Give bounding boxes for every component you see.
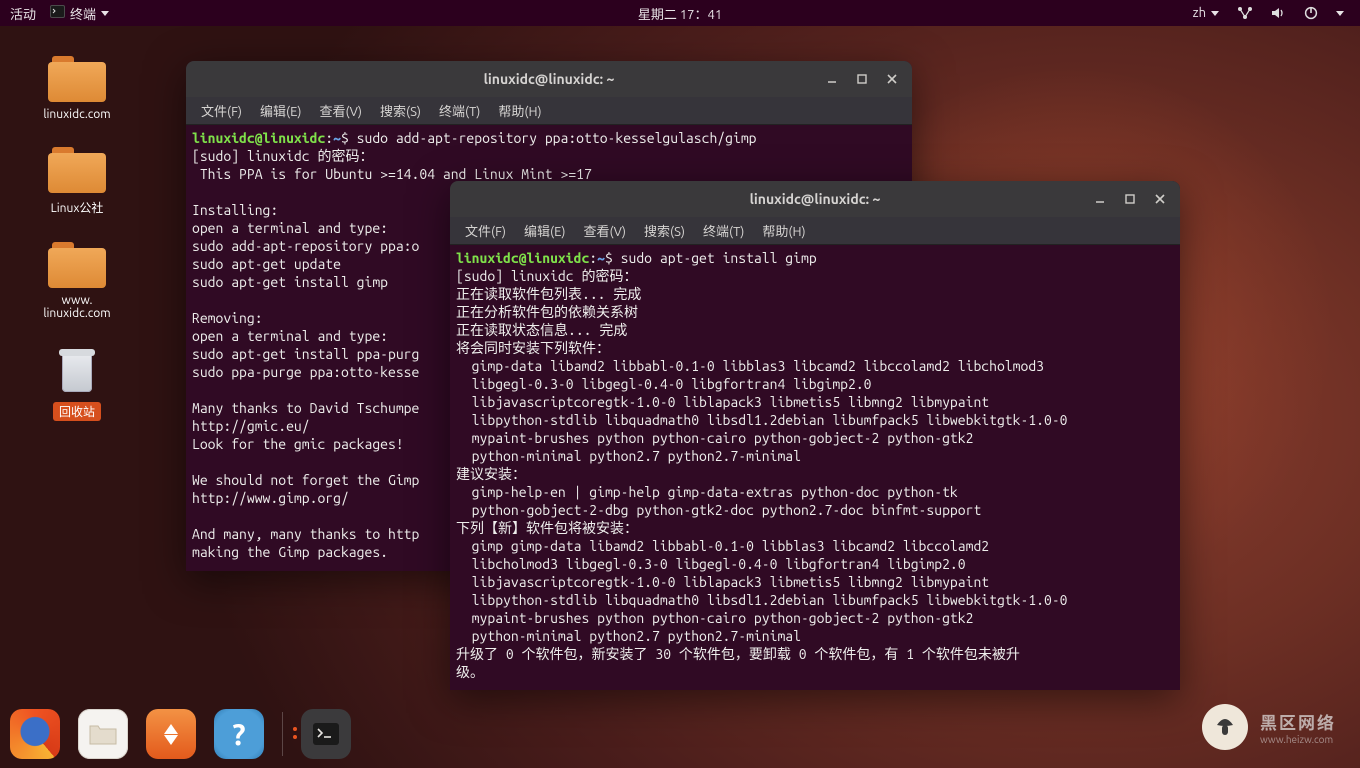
menu-terminal[interactable]: 终端(T) — [430, 97, 489, 124]
window-titlebar[interactable]: linuxidc@linuxidc: ~ — [186, 61, 912, 97]
menu-help[interactable]: 帮助(H) — [753, 217, 814, 244]
volume-icon[interactable] — [1271, 6, 1286, 20]
dock: ? — [10, 706, 351, 762]
dock-firefox[interactable] — [10, 709, 60, 759]
dock-terminal[interactable] — [301, 709, 351, 759]
activities-button[interactable]: 活动 — [10, 4, 36, 23]
system-menu-chevron-icon[interactable] — [1336, 11, 1344, 16]
minimize-button[interactable] — [818, 65, 846, 93]
menu-help[interactable]: 帮助(H) — [489, 97, 550, 124]
chevron-down-icon — [101, 11, 109, 16]
menu-search[interactable]: 搜索(S) — [635, 217, 694, 244]
maximize-button[interactable] — [848, 65, 876, 93]
mushroom-icon — [1202, 704, 1248, 750]
menu-edit[interactable]: 编辑(E) — [251, 97, 310, 124]
network-icon[interactable] — [1237, 6, 1253, 20]
terminal-icon — [50, 5, 65, 21]
terminal-menubar: 文件(F) 编辑(E) 查看(V) 搜索(S) 终端(T) 帮助(H) — [186, 97, 912, 125]
dock-files[interactable] — [78, 709, 128, 759]
terminal-menubar: 文件(F) 编辑(E) 查看(V) 搜索(S) 终端(T) 帮助(H) — [450, 217, 1180, 245]
window-title: linuxidc@linuxidc: ~ — [484, 71, 615, 87]
menu-view[interactable]: 查看(V) — [311, 97, 371, 124]
chevron-down-icon — [1211, 11, 1219, 16]
dock-help[interactable]: ? — [214, 709, 264, 759]
input-method-indicator[interactable]: zh — [1193, 6, 1219, 20]
power-icon[interactable] — [1304, 6, 1318, 20]
desktop-folder-www[interactable]: www. linuxidc.com — [22, 242, 132, 320]
menu-edit[interactable]: 编辑(E) — [515, 217, 574, 244]
clock[interactable]: 星期二 17：41 — [638, 4, 722, 23]
menu-terminal[interactable]: 终端(T) — [694, 217, 753, 244]
window-title: linuxidc@linuxidc: ~ — [750, 191, 881, 207]
terminal-content[interactable]: linuxidc@linuxidc:~$ sudo apt-get instal… — [450, 245, 1180, 690]
menu-search[interactable]: 搜索(S) — [371, 97, 430, 124]
menu-file[interactable]: 文件(F) — [192, 97, 251, 124]
menu-file[interactable]: 文件(F) — [456, 217, 515, 244]
maximize-button[interactable] — [1116, 185, 1144, 213]
menu-view[interactable]: 查看(V) — [575, 217, 635, 244]
gnome-top-bar: 活动 终端 星期二 17：41 zh — [0, 0, 1360, 26]
desktop-folder-linux-community[interactable]: Linux公社 — [22, 147, 132, 216]
close-button[interactable] — [878, 65, 906, 93]
minimize-button[interactable] — [1086, 185, 1114, 213]
desktop-folder-linuxidc[interactable]: linuxidc.com — [22, 56, 132, 121]
watermark: 黑区网络 www.heizw.com — [1202, 704, 1336, 750]
dock-separator — [282, 712, 283, 756]
app-menu[interactable]: 终端 — [50, 4, 109, 23]
window-titlebar[interactable]: linuxidc@linuxidc: ~ — [450, 181, 1180, 217]
terminal-window-2[interactable]: linuxidc@linuxidc: ~ 文件(F) 编辑(E) 查看(V) 搜… — [450, 181, 1180, 690]
close-button[interactable] — [1146, 185, 1174, 213]
dock-software[interactable] — [146, 709, 196, 759]
desktop-trash[interactable]: 回收站 — [22, 346, 132, 421]
